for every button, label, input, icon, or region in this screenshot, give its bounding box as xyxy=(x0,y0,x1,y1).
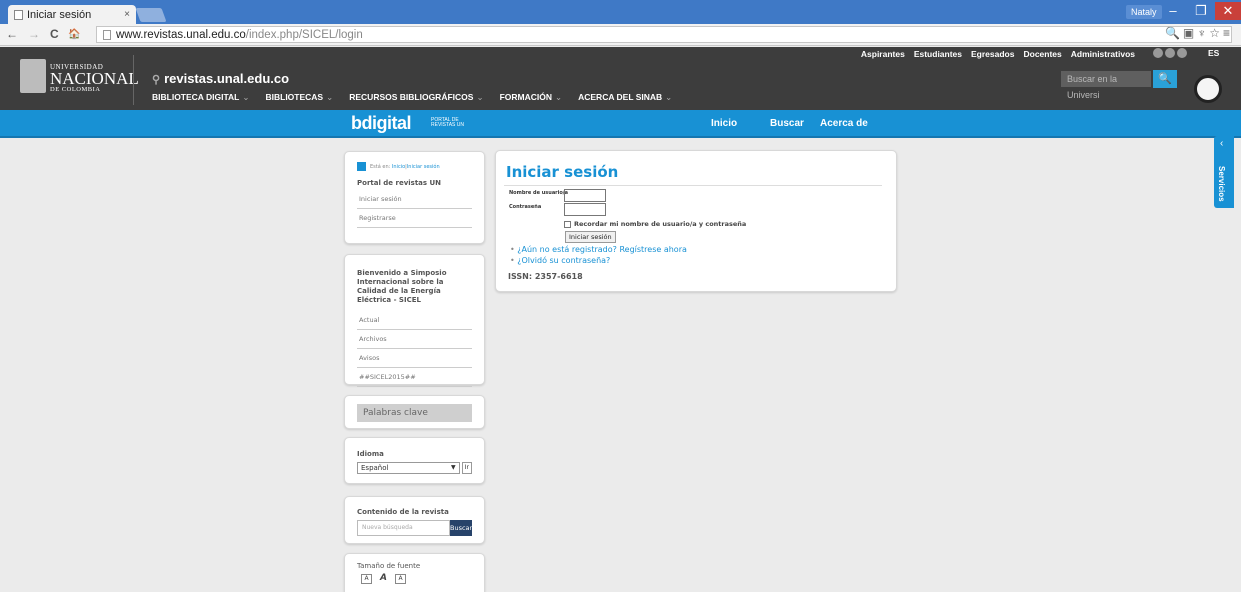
language-selector[interactable]: ES xyxy=(1208,48,1219,58)
site-search-input[interactable]: Buscar en la Universi xyxy=(1061,71,1151,100)
breadcrumb-home-link[interactable]: Inicio xyxy=(392,164,405,170)
journal-title: Bienvenido a Simposio Internacional sobr… xyxy=(357,269,447,304)
dropdown-arrow-icon: ▼ xyxy=(451,464,456,471)
tab-close-icon[interactable]: × xyxy=(124,9,130,20)
sidebar-link-sicel2015[interactable]: ##SICEL2015## xyxy=(357,368,472,387)
menu-recursos[interactable]: RECURSOS BIBLIOGRÁFICOS ⌄ xyxy=(349,92,483,103)
username-field[interactable] xyxy=(564,189,606,202)
portal-title: Portal de revistas UN xyxy=(357,179,442,187)
breadcrumb-icon xyxy=(357,162,366,171)
new-tab-button[interactable] xyxy=(135,8,167,22)
language-go-button[interactable]: Ir xyxy=(461,462,472,474)
font-size-title: Tamaño de fuente xyxy=(357,562,421,570)
site-domain[interactable]: ⚲ revistas.unal.edu.co xyxy=(152,71,289,86)
close-window-button[interactable]: ✕ xyxy=(1215,2,1241,20)
link-egresados[interactable]: Egresados xyxy=(971,49,1014,59)
font-smaller-button[interactable]: A xyxy=(361,574,372,584)
sidebar-link-login[interactable]: Iniciar sesión xyxy=(357,190,472,209)
url-path: /index.php/SICEL/login xyxy=(245,28,363,41)
bdigital-bar: bdigital PORTAL DE REVISTAS UN Inicio Bu… xyxy=(0,110,1241,138)
language-block: Idioma Español ▼ Ir xyxy=(344,437,485,484)
menu-bibliotecas[interactable]: BIBLIOTECAS ⌄ xyxy=(265,92,333,103)
language-select[interactable]: Español ▼ xyxy=(357,462,460,474)
journal-search-button[interactable]: Buscar xyxy=(450,520,472,536)
browser-titlebar: Iniciar sesión × Nataly ‒ ❐ ✕ xyxy=(0,0,1241,24)
reload-icon[interactable]: C xyxy=(50,27,59,41)
password-field[interactable] xyxy=(564,203,606,216)
site-search-button[interactable]: 🔍 xyxy=(1153,70,1177,88)
login-card: Iniciar sesión Nombre de usuario/a Contr… xyxy=(495,150,897,292)
content-title: Contenido de la revista xyxy=(357,508,449,516)
audience-links: Aspirantes Estudiantes Egresados Docente… xyxy=(861,49,1135,59)
bdigital-logo[interactable]: bdigital xyxy=(351,113,412,134)
sidebar-link-archivos[interactable]: Archivos xyxy=(357,330,472,349)
navigation-block: Está en: Inicio | Iniciar sesión Portal … xyxy=(344,151,485,244)
back-icon[interactable]: ← xyxy=(6,27,18,41)
servicios-label: Servicios xyxy=(1217,166,1226,202)
menu-formacion[interactable]: FORMACIÓN ⌄ xyxy=(500,92,563,103)
location-pin-icon: ⚲ xyxy=(152,74,161,86)
toolbar-icons[interactable]: 🔍▣♆☆≡ xyxy=(1165,26,1233,40)
facebook-icon[interactable] xyxy=(1165,48,1175,58)
sidebar-link-register[interactable]: Registrarse xyxy=(357,209,472,228)
link-estudiantes[interactable]: Estudiantes xyxy=(914,49,962,59)
issn-text: ISSN: 2357-6618 xyxy=(508,272,583,281)
link-docentes[interactable]: Docentes xyxy=(1023,49,1061,59)
home-icon[interactable]: 🏠 xyxy=(68,29,80,40)
nav-inicio[interactable]: Inicio xyxy=(711,118,737,129)
browser-tab[interactable]: Iniciar sesión × xyxy=(8,5,136,24)
university-shield-icon xyxy=(20,59,46,93)
colombia-seal-icon xyxy=(1194,75,1222,103)
journal-search-input[interactable]: Nueva búsqueda xyxy=(357,520,450,536)
url-field[interactable]: www.revistas.unal.edu.co /index.php/SICE… xyxy=(96,26,1232,43)
header-divider xyxy=(133,55,134,105)
register-link[interactable]: ¿Aún no está registrado? Regístrese ahor… xyxy=(510,244,687,255)
font-larger-button[interactable]: A xyxy=(395,574,406,584)
page-icon xyxy=(103,29,111,40)
forgot-password-link[interactable]: ¿Olvidó su contraseña? xyxy=(510,255,687,266)
keywords-button[interactable]: Palabras clave xyxy=(357,404,472,422)
font-default-button[interactable]: A xyxy=(378,574,389,584)
menu-biblioteca-digital[interactable]: BIBLIOTECA DIGITAL ⌄ xyxy=(152,92,249,103)
main-menu: BIBLIOTECA DIGITAL ⌄ BIBLIOTECAS ⌄ RECURSO… xyxy=(152,92,688,103)
link-administrativos[interactable]: Administrativos xyxy=(1071,49,1135,59)
login-button[interactable]: Iniciar sesión xyxy=(565,231,616,243)
journal-block: Bienvenido a Simposio Internacional sobr… xyxy=(344,254,485,387)
breadcrumb: Está en: Inicio | Iniciar sesión xyxy=(357,162,472,171)
nav-acerca-de[interactable]: Acerca de xyxy=(820,118,868,129)
tab-title: Iniciar sesión xyxy=(27,8,92,21)
address-bar-row: ← → C 🏠 www.revistas.unal.edu.co /index.… xyxy=(0,24,1241,46)
site-header: Aspirantes Estudiantes Egresados Docente… xyxy=(0,47,1241,110)
nav-buscar[interactable]: Buscar xyxy=(770,118,804,129)
minimize-button[interactable]: ‒ xyxy=(1160,2,1186,20)
password-label: Contraseña xyxy=(509,204,542,210)
content-search-block: Contenido de la revista Nueva búsqueda B… xyxy=(344,496,485,544)
rss-icon[interactable] xyxy=(1177,48,1187,58)
forward-icon[interactable]: → xyxy=(28,27,40,41)
sidebar-link-actual[interactable]: Actual xyxy=(357,311,472,330)
servicios-tab[interactable]: ‹ Servicios xyxy=(1214,136,1234,208)
breadcrumb-current-link[interactable]: Iniciar sesión xyxy=(407,164,440,170)
social-icons xyxy=(1153,48,1187,58)
university-logo[interactable]: UNIVERSIDAD NACIONAL DE COLOMBIA xyxy=(50,63,139,93)
maximize-button[interactable]: ❐ xyxy=(1188,2,1214,20)
profile-button[interactable]: Nataly xyxy=(1126,5,1162,19)
username-label: Nombre de usuario/a xyxy=(509,190,569,196)
twitter-icon[interactable] xyxy=(1153,48,1163,58)
remember-checkbox[interactable] xyxy=(564,220,571,228)
page-favicon-icon xyxy=(14,9,23,20)
sidebar-link-avisos[interactable]: Avisos xyxy=(357,349,472,368)
keywords-block: Palabras clave xyxy=(344,395,485,429)
page-title: Iniciar sesión xyxy=(506,163,619,181)
font-size-block: Tamaño de fuente A A A xyxy=(344,553,485,592)
chevron-left-icon: ‹ xyxy=(1220,138,1224,149)
link-aspirantes[interactable]: Aspirantes xyxy=(861,49,905,59)
language-title: Idioma xyxy=(357,450,384,458)
remember-option[interactable]: Recordar mi nombre de usuario/a y contra… xyxy=(564,220,746,228)
menu-acerca-sinab[interactable]: ACERCA DEL SINAB ⌄ xyxy=(578,92,672,103)
title-divider xyxy=(504,185,882,186)
bdigital-subtitle: PORTAL DE REVISTAS UN xyxy=(431,117,464,128)
url-host: www.revistas.unal.edu.co xyxy=(116,28,246,41)
search-icon: 🔍 xyxy=(1158,73,1172,85)
